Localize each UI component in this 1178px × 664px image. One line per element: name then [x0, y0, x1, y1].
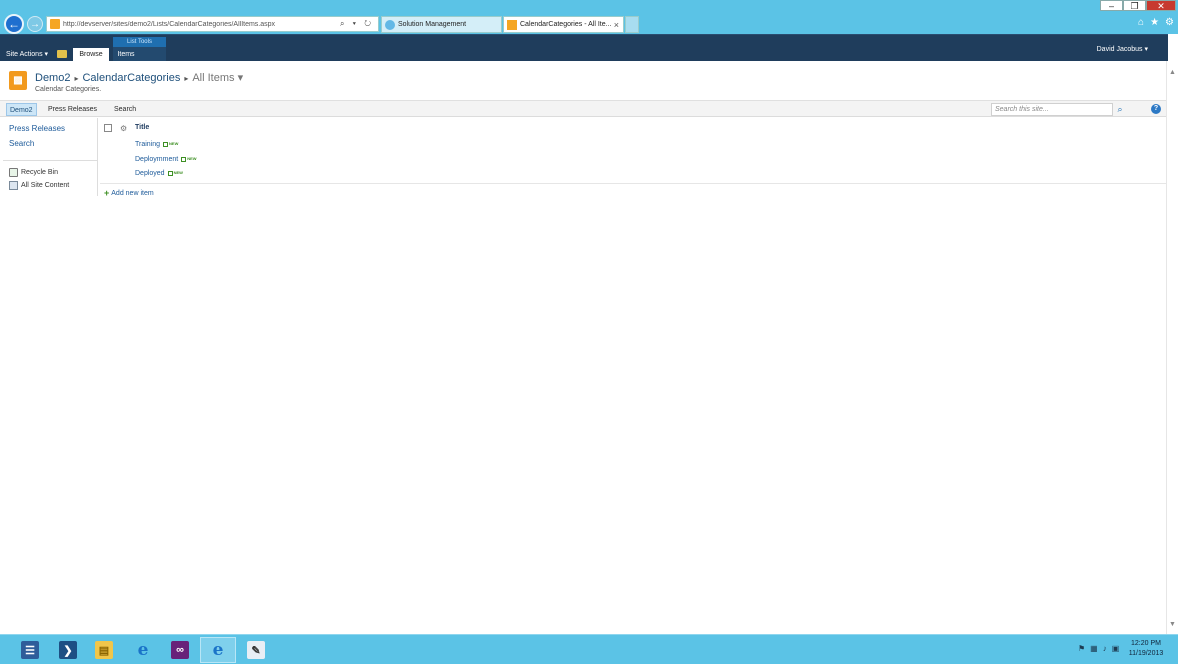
recycle-bin-link[interactable]: Recycle Bin [9, 168, 58, 177]
volume-icon[interactable]: ♪ [1103, 644, 1107, 653]
topnav-item-search[interactable]: Search [111, 103, 139, 116]
address-tools-icons[interactable]: ⌕ ▾ ↻ [340, 19, 378, 29]
site-favicon-icon [50, 19, 60, 29]
list-tools-group-label: List Tools [113, 37, 166, 47]
restore-button[interactable]: ❐ [1123, 0, 1146, 11]
clock-date: 11/19/2013 [1128, 650, 1164, 657]
quicklaunch-item-press-releases[interactable]: Press Releases [9, 124, 65, 133]
new-badge: NEW [168, 170, 183, 175]
site-content-icon [9, 181, 18, 190]
user-menu[interactable]: David Jacobus ▾ [1097, 45, 1148, 53]
list-item[interactable]: Training NEW [135, 141, 178, 148]
action-center-flag-icon[interactable]: ⚑ [1078, 644, 1085, 653]
taskbar-server-manager[interactable]: ☰ [12, 637, 48, 663]
site-actions-menu[interactable]: Site Actions ▾ [6, 50, 48, 58]
network-icon[interactable]: ▦ [1090, 644, 1098, 653]
management-shell-icon: ✎ [247, 641, 265, 659]
settings-gear-icon[interactable]: ⚙ [1165, 17, 1174, 28]
breadcrumb-list-link[interactable]: CalendarCategories [82, 72, 180, 84]
breadcrumb-separator-icon: ▸ [184, 74, 189, 83]
select-all-checkbox[interactable] [104, 124, 112, 132]
sharepoint-ribbon: Site Actions ▾ List Tools Browse Items L… [0, 34, 1168, 163]
all-site-content-link[interactable]: All Site Content [9, 181, 69, 190]
internet-explorer-icon: e [137, 640, 149, 660]
windows-taskbar: ☰ ❯ ▤ e ∞ e ✎ ⚑ ▦ ♪ ▣ 12:20 PM 11/19/201… [0, 634, 1178, 664]
taskbar-internet-explorer-active[interactable]: e [200, 637, 236, 663]
home-icon[interactable]: ⌂ [1138, 17, 1144, 28]
quick-launch: Press Releases Search Recycle Bin All Si… [3, 118, 98, 198]
quicklaunch-vertical-divider [97, 118, 98, 196]
clock-time: 12:20 PM [1131, 640, 1161, 647]
taskbar-clock[interactable]: 12:20 PM 11/19/2013 [1124, 639, 1168, 659]
list-item[interactable]: Deploymment NEW [135, 156, 197, 163]
list-item-title[interactable]: Deploymment [135, 156, 178, 163]
window-controls: – ❐ ✕ [1100, 0, 1176, 11]
quicklaunch-divider [3, 160, 98, 161]
new-tab-button[interactable] [625, 16, 639, 33]
taskbar-file-explorer[interactable]: ▤ [86, 637, 122, 663]
server-manager-icon: ☰ [21, 641, 39, 659]
browser-chrome: – ❐ ✕ ← → http://devserver/sites/demo2/L… [0, 0, 1178, 34]
taskbar-internet-explorer[interactable]: e [125, 637, 161, 663]
ie-page-icon [385, 19, 395, 30]
topnav-item-press-releases[interactable]: Press Releases [45, 103, 100, 116]
add-icon: + [104, 188, 110, 198]
scroll-up-icon[interactable]: ▲ [1169, 69, 1176, 76]
breadcrumb-separator-icon: ▸ [74, 74, 79, 83]
close-window-button[interactable]: ✕ [1146, 0, 1176, 11]
site-logo-icon[interactable]: ▩ [9, 71, 27, 90]
add-new-item-label: Add new item [111, 189, 154, 197]
new-badge: NEW [163, 141, 178, 146]
list-divider [100, 183, 1166, 184]
quicklaunch-item-search[interactable]: Search [9, 139, 34, 148]
title-area: ▩ Demo2 ▸ CalendarCategories ▸ All Items ▾ C… [0, 61, 1168, 100]
taskbar-powershell[interactable]: ❯ [50, 637, 86, 663]
favorites-star-icon[interactable]: ★ [1150, 17, 1159, 28]
tab-browse[interactable]: Browse [73, 48, 109, 62]
internet-explorer-icon: e [212, 640, 224, 660]
view-selector[interactable]: All Items ▾ [192, 72, 243, 84]
tab-solution-management[interactable]: Solution Management [381, 16, 502, 33]
system-tray: ⚑ ▦ ♪ ▣ [1078, 644, 1119, 653]
list-item-title[interactable]: Training [135, 141, 160, 148]
vertical-scrollbar[interactable]: ▲ ▼ [1166, 61, 1178, 634]
recycle-bin-label: Recycle Bin [21, 169, 58, 176]
tab-calendar-categories[interactable]: CalendarCategories - All Ite... × [503, 16, 624, 33]
taskbar-sharepoint-management[interactable]: ✎ [238, 637, 274, 663]
scroll-down-icon[interactable]: ▼ [1169, 621, 1176, 628]
top-navigation: Demo2 Press Releases Search Search this … [0, 100, 1168, 117]
forward-button[interactable]: → [27, 16, 43, 32]
site-description: Calendar Categories. [35, 86, 102, 93]
breadcrumb: Demo2 ▸ CalendarCategories ▸ All Items ▾ [35, 71, 243, 84]
list-item[interactable]: Deployed NEW [135, 170, 183, 177]
sharepoint-page-icon [507, 19, 517, 30]
recycle-bin-icon [9, 168, 18, 177]
add-new-item-link[interactable]: + Add new item [104, 188, 154, 198]
tab-items[interactable]: Items [113, 48, 139, 62]
back-button[interactable]: ← [4, 14, 24, 34]
minimize-button[interactable]: – [1100, 0, 1123, 11]
column-header-title[interactable]: Title [135, 124, 149, 131]
search-icon[interactable]: ⌕ [1115, 104, 1125, 115]
browser-toolbar-icons: ⌂ ★ ⚙ [1138, 17, 1174, 28]
powershell-icon: ❯ [59, 641, 77, 659]
new-badge: NEW [181, 156, 196, 161]
attachment-column-icon: ⚙ [120, 124, 128, 133]
address-url[interactable]: http://devserver/sites/demo2/Lists/Calen… [63, 21, 340, 28]
topnav-item-demo2[interactable]: Demo2 [6, 103, 37, 116]
breadcrumb-site-link[interactable]: Demo2 [35, 72, 70, 84]
help-icon[interactable]: ? [1151, 104, 1161, 114]
list-item-title[interactable]: Deployed [135, 170, 165, 177]
tab-label: Solution Management [398, 21, 467, 28]
all-site-content-label: All Site Content [21, 182, 70, 189]
navigate-up-folder-icon[interactable] [57, 50, 67, 58]
address-bar[interactable]: http://devserver/sites/demo2/Lists/Calen… [46, 16, 379, 32]
display-icon[interactable]: ▣ [1112, 644, 1120, 653]
site-search-input[interactable]: Search this site... [991, 103, 1113, 116]
visual-studio-icon: ∞ [171, 641, 189, 659]
taskbar-visual-studio[interactable]: ∞ [162, 637, 198, 663]
folder-icon: ▤ [95, 641, 113, 659]
tab-label: CalendarCategories - All Ite... [520, 21, 612, 28]
tab-close-icon[interactable]: × [614, 20, 619, 30]
